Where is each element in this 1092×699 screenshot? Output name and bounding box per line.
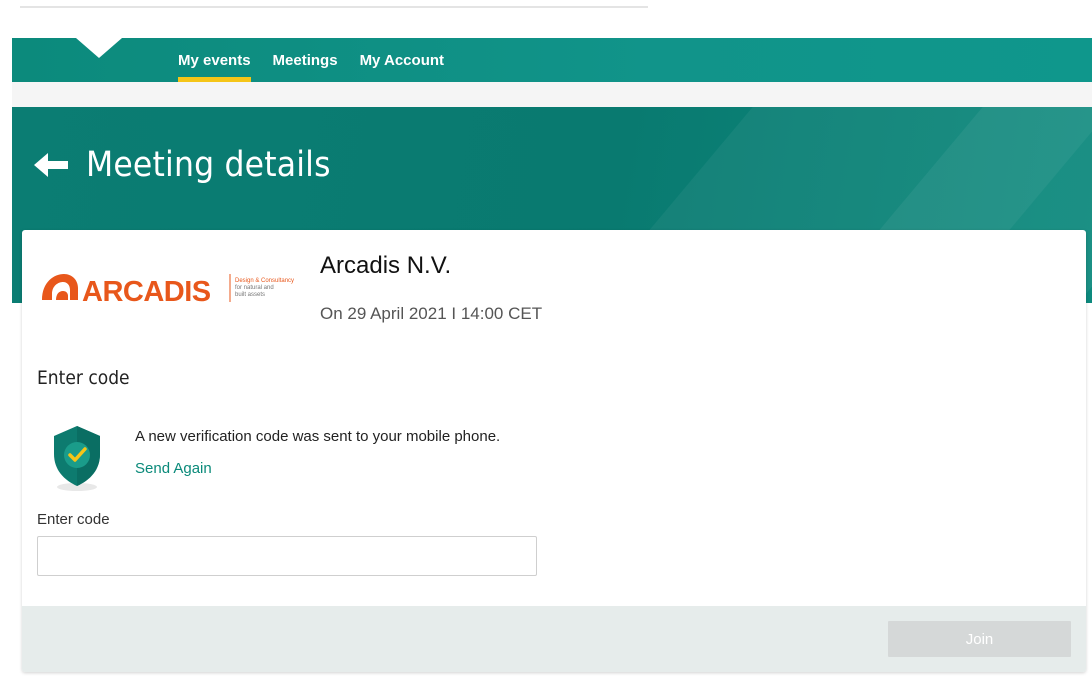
- code-input-label: Enter code: [37, 511, 110, 528]
- nav-menu: My events Meetings My Account: [167, 38, 455, 82]
- nav-spacer: [12, 82, 1092, 107]
- nav-item-my-account[interactable]: My Account: [349, 38, 455, 82]
- company-name: Arcadis N.V.: [320, 252, 452, 279]
- page-title: Meeting details: [86, 145, 331, 185]
- top-divider: [20, 6, 648, 8]
- arrow-left-icon[interactable]: [34, 150, 70, 180]
- nav-notch-decoration: [76, 38, 122, 58]
- meeting-date: On 29 April 2021 I 14:00 CET: [320, 304, 543, 323]
- page-title-row: Meeting details: [34, 145, 358, 185]
- svg-text:for natural and: for natural and: [235, 285, 274, 291]
- nav-item-my-events[interactable]: My events: [167, 38, 262, 82]
- join-button[interactable]: Join: [888, 621, 1071, 657]
- code-input[interactable]: [37, 536, 537, 576]
- verification-message: A new verification code was sent to your…: [135, 428, 501, 445]
- svg-text:Design & Consultancy: Design & Consultancy: [235, 278, 294, 284]
- company-logo: ARCADIS Design & Consultancy for natural…: [42, 274, 294, 308]
- card-footer: Join: [22, 606, 1086, 672]
- svg-text:built assets: built assets: [235, 292, 265, 298]
- shield-check-icon: [54, 426, 100, 491]
- main-navbar: My events Meetings My Account: [12, 38, 1092, 82]
- svg-text:ARCADIS: ARCADIS: [82, 276, 211, 308]
- section-title: Enter code: [37, 367, 130, 389]
- meeting-card: ARCADIS Design & Consultancy for natural…: [22, 230, 1086, 672]
- nav-item-meetings[interactable]: Meetings: [262, 38, 349, 82]
- send-again-link[interactable]: Send Again: [135, 460, 212, 477]
